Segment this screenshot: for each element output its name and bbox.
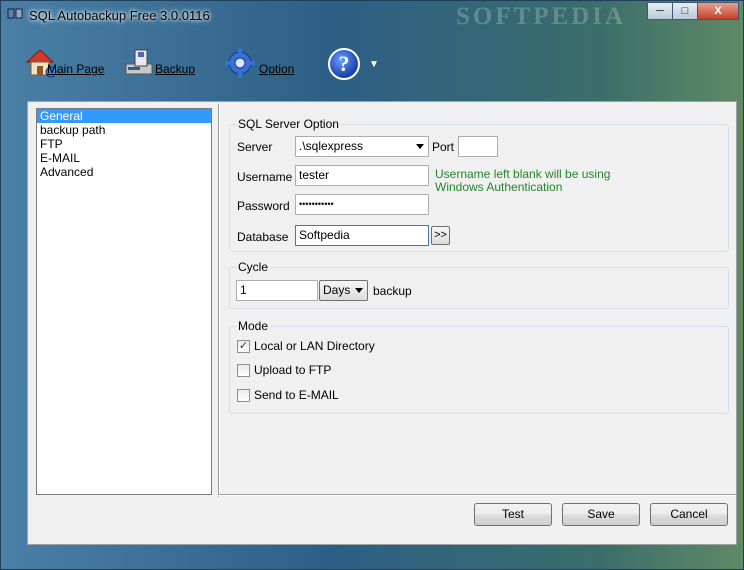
- vertical-divider: [218, 104, 220, 497]
- username-label: Username: [237, 170, 293, 184]
- app-window: SQL Autobackup Free 3.0.0116 SOFTPEDIA ─…: [0, 0, 744, 570]
- minimize-button[interactable]: ─: [647, 2, 673, 20]
- maximize-button[interactable]: □: [672, 2, 698, 20]
- window-title: SQL Autobackup Free 3.0.0116: [29, 8, 210, 23]
- backup-icon: [125, 49, 153, 75]
- cycle-suffix-label: backup: [373, 284, 412, 298]
- sql-server-group-title: SQL Server Option: [236, 117, 341, 131]
- port-input[interactable]: [458, 136, 498, 157]
- database-label: Database: [237, 230, 289, 244]
- port-label: Port: [432, 140, 455, 154]
- nav-item-advanced[interactable]: Advanced: [37, 165, 211, 179]
- cycle-unit-select[interactable]: Days: [319, 280, 368, 301]
- option-button[interactable]: Option: [223, 43, 294, 83]
- nav-item-ftp[interactable]: FTP: [37, 137, 211, 151]
- browse-database-button[interactable]: >>: [431, 226, 450, 245]
- server-value: .\sqlexpress: [299, 139, 364, 153]
- horizontal-divider: [218, 494, 736, 496]
- password-label: Password: [237, 199, 290, 213]
- nav-item-email[interactable]: E-MAIL: [37, 151, 211, 165]
- option-label: Option: [259, 62, 295, 76]
- mode-option-email-label: Send to E-MAIL: [254, 388, 339, 402]
- password-input[interactable]: •••••••••••: [295, 194, 429, 215]
- main-page-button[interactable]: Main Page: [23, 43, 104, 83]
- cycle-value-input[interactable]: 1: [236, 280, 318, 301]
- settings-panel: General backup path FTP E-MAIL Advanced …: [27, 101, 737, 545]
- test-button[interactable]: Test: [474, 503, 552, 526]
- main-page-label: Main Page: [47, 62, 105, 76]
- watermark: SOFTPEDIA: [456, 3, 627, 30]
- settings-nav-list[interactable]: General backup path FTP E-MAIL Advanced: [36, 108, 212, 495]
- checkbox-ftp[interactable]: [237, 363, 250, 377]
- cycle-group-title: Cycle: [236, 260, 271, 274]
- server-select[interactable]: .\sqlexpress: [295, 136, 429, 157]
- save-button[interactable]: Save: [562, 503, 640, 526]
- mode-option-email[interactable]: Send to E-MAIL: [237, 388, 339, 402]
- close-button[interactable]: X: [697, 2, 739, 20]
- auth-note: Username left blank will be using Window…: [435, 167, 611, 194]
- help-dropdown-icon[interactable]: ▼: [369, 59, 379, 70]
- app-icon: [7, 8, 23, 19]
- cycle-unit-value: Days: [323, 283, 351, 297]
- chevron-down-icon: [355, 288, 363, 293]
- mode-option-local[interactable]: ✓ Local or LAN Directory: [237, 339, 375, 353]
- checkbox-email[interactable]: [237, 388, 250, 402]
- mode-option-ftp[interactable]: Upload to FTP: [237, 363, 331, 377]
- server-label: Server: [237, 140, 273, 154]
- mode-option-ftp-label: Upload to FTP: [254, 363, 332, 377]
- checkbox-local[interactable]: ✓: [237, 339, 250, 353]
- mode-group-title: Mode: [236, 319, 271, 333]
- chevron-down-icon: [416, 144, 424, 149]
- nav-item-general[interactable]: General: [37, 109, 211, 123]
- database-input[interactable]: Softpedia: [295, 225, 429, 246]
- nav-item-backup-path[interactable]: backup path: [37, 123, 211, 137]
- mode-option-local-label: Local or LAN Directory: [254, 339, 375, 353]
- backup-label: Backup: [155, 62, 196, 76]
- help-icon[interactable]: ?: [328, 48, 360, 80]
- username-input[interactable]: tester: [295, 165, 429, 186]
- gear-icon: [225, 48, 255, 78]
- backup-button[interactable]: Backup: [123, 43, 195, 83]
- title-bar[interactable]: SQL Autobackup Free 3.0.0116 SOFTPEDIA ─…: [1, 1, 743, 30]
- cancel-button[interactable]: Cancel: [650, 503, 728, 526]
